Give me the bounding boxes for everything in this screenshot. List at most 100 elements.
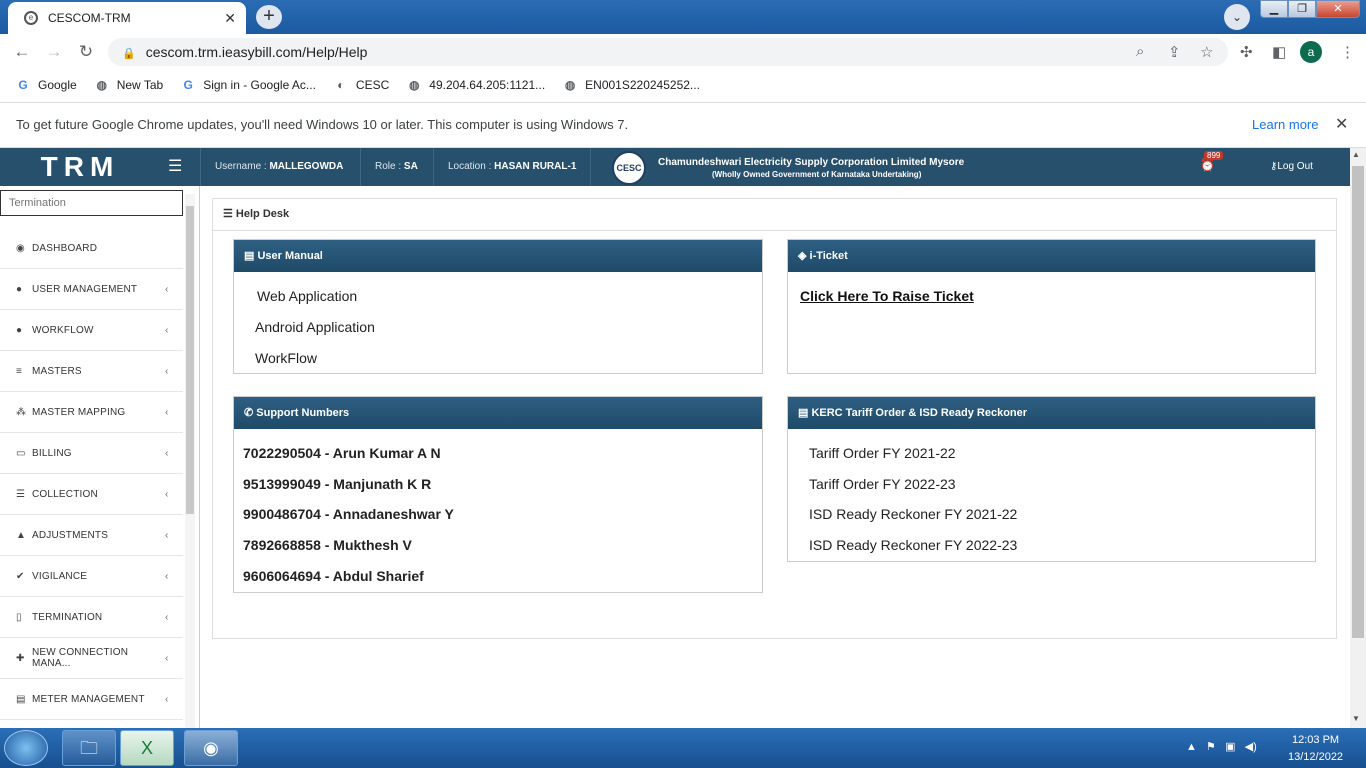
window-maximize-button[interactable]: ❐ — [1288, 0, 1316, 18]
sidebar-item-label: VIGILANCE — [32, 570, 88, 582]
user-manual-panel: ▤ User Manual Web Application Android Ap… — [233, 239, 763, 374]
learn-more-link[interactable]: Learn more — [1252, 103, 1318, 147]
vk-icon: ✔ — [16, 570, 25, 582]
notification-bell-icon[interactable]: ⏰ — [1200, 158, 1215, 172]
sidebar-item-billing[interactable]: ▭ BILLING ‹ — [0, 433, 183, 474]
isd-reckoner-2022-link[interactable]: ISD Ready Reckoner FY 2022-23 — [809, 537, 1017, 553]
bookmark-ip[interactable]: ◍ 49.204.64.205:1121... — [407, 78, 545, 92]
chevron-left-icon: ‹ — [165, 529, 169, 541]
chevron-left-icon: ‹ — [165, 611, 169, 623]
sidebar-item-label: DASHBOARD — [32, 242, 98, 254]
chevron-left-icon: ‹ — [165, 283, 169, 295]
chevron-left-icon: ‹ — [165, 324, 169, 336]
workflow-link[interactable]: WorkFlow — [255, 350, 317, 366]
infobar-text: To get future Google Chrome updates, you… — [16, 117, 629, 132]
profile-avatar[interactable]: a — [1300, 41, 1322, 63]
taskbar-date[interactable]: 13/12/2022 — [1288, 751, 1343, 763]
dashboard-icon: ◉ — [16, 242, 25, 254]
web-application-link[interactable]: Web Application — [257, 288, 357, 304]
page-scrollbar-thumb[interactable] — [1352, 166, 1364, 638]
app-header: TRM ☰ Username : MALLEGOWDA Role : SA Lo… — [0, 148, 1350, 186]
support-number-item: 9900486704 - Annadaneshwar Y — [243, 506, 454, 522]
sidebar-item-label: WORKFLOW — [32, 324, 94, 336]
excel-icon[interactable]: X — [120, 730, 174, 766]
bookmark-label: New Tab — [116, 78, 164, 92]
logout-button[interactable]: ⚷Log Out — [1270, 148, 1313, 186]
scroll-down-arrow-icon[interactable]: ▼ — [1352, 714, 1360, 723]
isd-reckoner-2021-link[interactable]: ISD Ready Reckoner FY 2021-22 — [809, 506, 1017, 522]
sidebar-item-vigilance[interactable]: ✔ VIGILANCE ‹ — [0, 556, 183, 597]
sidebar-item-master-mapping[interactable]: ⁂ MASTER MAPPING ‹ — [0, 392, 183, 433]
bookmark-label: EN001S220245252... — [585, 78, 700, 92]
trm-logo[interactable]: TRM — [0, 148, 160, 186]
bookmark-star-icon[interactable]: ☆ — [1200, 43, 1213, 61]
iticket-panel: ◈ i-Ticket Click Here To Raise Ticket — [787, 239, 1316, 374]
support-number-item: 9513999049 - Manjunath K R — [243, 476, 432, 492]
sidebar-item-workflow[interactable]: ● WORKFLOW ‹ — [0, 310, 183, 351]
sidebar-item-collection[interactable]: ☰ COLLECTION ‹ — [0, 474, 183, 515]
sidebar-item-new-connection[interactable]: ✚ NEW CONNECTION MANA... ‹ — [0, 638, 183, 679]
forward-arrow-icon[interactable]: → — [44, 42, 64, 62]
bookmark-new-tab[interactable]: ◍ New Tab — [95, 78, 163, 92]
windows-start-button[interactable] — [4, 730, 48, 766]
bookmark-en001[interactable]: ◍ EN001S220245252... — [563, 78, 700, 92]
infobar-close-icon[interactable]: ✕ — [1335, 103, 1348, 147]
bookmark-label: 49.204.64.205:1121... — [429, 78, 546, 92]
system-tray-icons[interactable]: ▲ ⚑ ▣ ◀) — [1186, 740, 1257, 753]
bookmark-google-signin[interactable]: G Sign in - Google Ac... — [181, 78, 316, 92]
chevron-left-icon: ‹ — [165, 693, 169, 705]
browser-tab[interactable]: e CESCOM-TRM ✕ — [8, 2, 246, 34]
bookmark-google[interactable]: G Google — [16, 78, 77, 92]
sidebar-item-user-management[interactable]: ● USER MANAGEMENT ‹ — [0, 269, 183, 310]
address-bar[interactable]: 🔒 cescom.trm.ieasybill.com/Help/Help — [108, 38, 1228, 66]
update-infobar: To get future Google Chrome updates, you… — [0, 102, 1366, 148]
cesc-icon: ◐ — [337, 78, 345, 92]
tariff-order-2021-link[interactable]: Tariff Order FY 2021-22 — [809, 445, 956, 461]
scroll-up-arrow-icon[interactable]: ▲ — [1352, 150, 1360, 159]
browser-tab-strip: e CESCOM-TRM ✕ + ⌄ ▁ ❐ ✕ — [0, 0, 1366, 34]
notification-badge: 899 — [1204, 151, 1224, 160]
sidebar-item-adjustments[interactable]: ▲ ADJUSTMENTS ‹ — [0, 515, 183, 556]
hamburger-menu-icon[interactable]: ☰ — [168, 148, 182, 186]
tab-close-icon[interactable]: ✕ — [224, 10, 236, 27]
bookmark-cesc[interactable]: ◐ CESC — [334, 78, 389, 92]
kerc-header: ▤ KERC Tariff Order & ISD Ready Reckoner — [788, 397, 1315, 429]
support-numbers-header: ✆ Support Numbers — [234, 397, 762, 429]
zoom-icon[interactable]: ⌕ — [1136, 43, 1144, 60]
sidebar-scrollbar-thumb[interactable] — [186, 206, 194, 514]
side-panel-icon[interactable]: ◧ — [1272, 43, 1286, 61]
sidebar-item-meter-management[interactable]: ▤ METER MANAGEMENT ‹ — [0, 679, 183, 720]
bookmark-label: Google — [38, 78, 77, 92]
reload-icon[interactable]: ↻ — [76, 42, 96, 62]
sidebar-item-dashboard[interactable]: ◉ DASHBOARD — [0, 228, 183, 269]
role-cell: Role : SA — [360, 148, 432, 186]
sidebar-search-input[interactable] — [0, 190, 183, 216]
tab-title: CESCOM-TRM — [48, 11, 131, 25]
taskbar-time[interactable]: 12:03 PM — [1292, 734, 1339, 746]
sidebar-item-masters[interactable]: ≡ MASTERS ‹ — [0, 351, 183, 392]
username-cell: Username : MALLEGOWDA — [200, 148, 357, 186]
support-number-item: 7892668858 - Mukthesh V — [243, 537, 412, 553]
window-close-button[interactable]: ✕ — [1316, 0, 1360, 18]
org-subtitle: (Wholly Owned Government of Karnataka Un… — [712, 170, 922, 179]
tag-icon: ◈ — [798, 250, 810, 262]
tab-search-chevron-icon[interactable]: ⌄ — [1224, 4, 1250, 30]
sitemap-icon: ⁂ — [16, 406, 27, 418]
sidebar-item-label: MASTERS — [32, 365, 82, 377]
new-tab-button[interactable]: + — [256, 5, 282, 29]
raise-ticket-link[interactable]: Click Here To Raise Ticket — [800, 288, 974, 304]
window-minimize-button[interactable]: ▁ — [1260, 0, 1288, 18]
android-application-link[interactable]: Android Application — [255, 319, 375, 335]
back-arrow-icon[interactable]: ← — [12, 42, 32, 62]
chrome-icon[interactable]: ◉ — [184, 730, 238, 766]
file-explorer-icon[interactable]: 🗀 — [62, 730, 116, 766]
plus-circle-icon: ✚ — [16, 652, 25, 664]
tariff-order-2022-link[interactable]: Tariff Order FY 2022-23 — [809, 476, 956, 492]
extensions-puzzle-icon[interactable]: ✣ — [1240, 43, 1253, 61]
chrome-menu-icon[interactable]: ⋮ — [1340, 43, 1355, 61]
chevron-left-icon: ‹ — [165, 447, 169, 459]
chevron-left-icon: ‹ — [165, 488, 169, 500]
bookmark-label: Sign in - Google Ac... — [203, 78, 316, 92]
share-icon[interactable]: ⇪ — [1168, 43, 1181, 61]
sidebar-item-termination[interactable]: ▯ TERMINATION ‹ — [0, 597, 183, 638]
